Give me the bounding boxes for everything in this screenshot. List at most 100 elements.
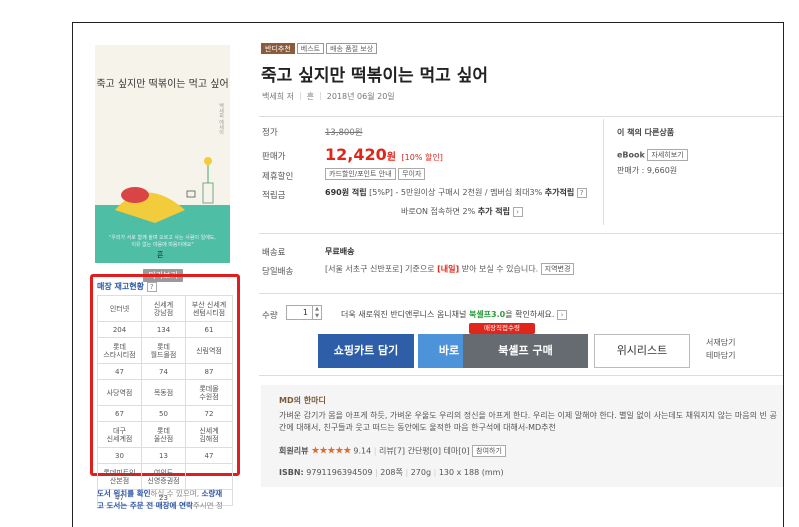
stock-title: 매장 재고현황 ?: [97, 281, 233, 293]
bookshelf-buy-button[interactable]: 북셸프 구매: [463, 334, 588, 368]
cover-blurb-line-2: 이유 없는 마음에 마음이에요": [131, 242, 194, 248]
stock-store-name: [185, 463, 233, 490]
add-to-theme-link[interactable]: 테마담기: [706, 349, 735, 362]
stock-count: 13: [141, 447, 186, 464]
side-links: 서재담기 테마담기: [706, 336, 735, 362]
stock-store-name: 인터넷: [97, 295, 142, 322]
omnichannel-text-1: 더욱 새로워진 반디앤루니스 옴니채널: [341, 310, 467, 319]
partner-discount-label: 제휴할인: [262, 172, 294, 182]
star-rating-icon: ★★★★★: [311, 445, 352, 457]
stock-count: 87: [185, 363, 233, 380]
list-price-value: 13,800원: [325, 128, 363, 138]
add-to-library-link[interactable]: 서재담기: [706, 336, 735, 349]
meta-divider: |: [298, 91, 302, 100]
stock-note: 도서 위치를 확인하실 수 있으며, 소량재 고 도서는 주문 전 매장에 연락…: [97, 488, 247, 512]
badge-row: 반디추천 베스트 배송 품절 보상: [261, 43, 378, 54]
cover-blurb: "우리가 서로 함께 울며 오르고 사는 사람이 일에도, 이유 없는 마음에 …: [95, 235, 230, 249]
ebook-detail-button[interactable]: 자세히보기: [647, 149, 688, 161]
points-row: 690원 적립 [5%P] - 5만원이상 구매시 2천원 / 멤버십 최대3%…: [325, 187, 587, 198]
bandi-on-text: 바로ON 접속하면 2%: [401, 207, 476, 216]
weight: 270g: [410, 468, 432, 477]
cover-blurb-line-1: "우리가 서로 함께 울며 오르고 사는 사람이 일에도,: [108, 235, 217, 241]
region-change-button[interactable]: 지역변경: [540, 263, 575, 275]
divider: [259, 233, 783, 234]
shipping-label: 배송료: [262, 248, 286, 258]
points-desc: - 5만원이상 구매시 2천원 / 멤버십 최대3%: [395, 188, 543, 197]
md-comment-box: MD의 한마디 가벼운 감기가 몸을 아프게 하듯, 가벼운 우울도 우리의 정…: [261, 385, 783, 487]
isbn-value: 9791196394509: [306, 468, 373, 477]
stock-count: 30: [97, 447, 142, 464]
stock-count: 47: [185, 447, 233, 464]
ebook-row: eBook 자세히보기: [617, 149, 688, 161]
stock-store-name: 롯데몰 수원점: [185, 379, 233, 406]
list-price-label: 정가: [262, 128, 278, 138]
quantity-arrows[interactable]: ▲ ▼: [312, 306, 321, 319]
stock-note-bold-1: 소량재: [201, 489, 223, 498]
stock-count-row: 67 50 72: [97, 405, 233, 422]
sale-price-value: 12,420: [325, 145, 387, 164]
stock-store-name: 롯데 월드몰점: [141, 337, 186, 364]
sameday-day: [내일]: [437, 264, 460, 274]
participate-button[interactable]: 참여하기: [472, 445, 506, 457]
sale-price: 12,420원 [10% 할인]: [325, 145, 443, 164]
meta-divider: |: [433, 468, 437, 477]
store-stock-panel: 매장 재고현황 ? 인터넷 신세계 강남점 부산 신세계 센텀시티점 204 134 61 롯데…: [90, 274, 240, 506]
rating-label: 회원리뷰: [279, 446, 309, 456]
sameday-text-1: [서울 서초구 신반포로] 기준으로: [325, 264, 435, 274]
bookshelf-link[interactable]: 북셸프3.0: [469, 310, 505, 319]
stock-count-row: 204 134 61: [97, 321, 233, 338]
quantity-value[interactable]: 1: [287, 306, 312, 319]
quantity-stepper[interactable]: 1 ▲ ▼: [286, 305, 322, 320]
store-pickup-tag: 매장직접수령: [469, 323, 535, 334]
stock-note-link[interactable]: 도서 위치를 확인: [97, 489, 151, 498]
stock-note-text-1: 하실 수 있으며,: [150, 489, 202, 498]
discount-rate: [10% 할인]: [401, 153, 443, 162]
add-to-cart-button[interactable]: 쇼핑카트 담기: [318, 334, 414, 368]
meta-divider: |: [373, 446, 377, 456]
rating-row: 회원리뷰 ★★★★★ 9.14 | 리뷰[7] 간단평[0] 테마[0] 참여하…: [279, 445, 506, 457]
wishlist-button[interactable]: 위시리스트: [594, 334, 690, 368]
points-extra: 추가적립: [544, 188, 575, 197]
points-value: 690원 적립: [325, 188, 367, 197]
stock-count: 74: [141, 363, 186, 380]
page-frame: 죽고 싶지만 떡볶이는 먹고 싶어 백세희 에세이 "우리가 서로 함께 울며 …: [72, 22, 784, 527]
book-cover-image[interactable]: 죽고 싶지만 떡볶이는 먹고 싶어 백세희 에세이 "우리가 서로 함께 울며 …: [95, 45, 230, 263]
stock-note-text-2: 주시면 정: [192, 501, 223, 510]
isbn-label: ISBN:: [279, 468, 304, 477]
vertical-divider: [603, 119, 604, 225]
stock-count: 61: [185, 321, 233, 338]
sameday-label: 당일배송: [262, 267, 294, 277]
stock-count: 50: [141, 405, 186, 422]
stock-count-row: 47 74 87: [97, 363, 233, 380]
publisher-link[interactable]: 흔: [307, 91, 314, 102]
shipping-value: 무료배송: [325, 246, 354, 257]
badge-recommend: 반디추천: [261, 43, 295, 54]
stock-store-name: 여의도 신영증권점: [141, 463, 186, 490]
divider: [259, 375, 783, 376]
stock-count-row: 30 13 47: [97, 447, 233, 464]
meta-divider: |: [319, 91, 322, 100]
chevron-right-icon[interactable]: ›: [557, 309, 567, 320]
stock-store-name: 롯데 울산점: [141, 421, 186, 448]
chevron-right-icon[interactable]: ›: [512, 206, 523, 217]
installment-button[interactable]: 무이자: [398, 168, 426, 180]
ebook-price-value: 9,660원: [646, 166, 678, 175]
ebook-label: eBook: [617, 150, 645, 160]
help-icon[interactable]: ?: [576, 187, 587, 198]
ebook-price-label: 판매가 :: [617, 166, 645, 175]
stock-store-name: 부산 신세계 센텀시티점: [185, 295, 233, 322]
card-discount-button[interactable]: 카드할인/포인트 안내: [325, 168, 396, 180]
sameday-text-2: 받아 보실 수 있습니다.: [461, 264, 539, 274]
rating-score: 9.14: [353, 446, 372, 456]
book-meta: 백세희 저 | 흔 | 2018년 06월 20일: [262, 91, 395, 102]
stock-store-row: 롯데피트인 산본점 여의도 신영증권점: [97, 463, 233, 490]
help-icon[interactable]: ?: [146, 281, 157, 292]
page-count: 208쪽: [380, 468, 403, 477]
stock-store-name: 대구 신세계점: [97, 421, 142, 448]
stock-store-name: 신림역점: [185, 337, 233, 364]
divider: [259, 293, 783, 294]
author-link[interactable]: 백세희 저: [262, 91, 294, 102]
stock-store-name: 신세계 강남점: [141, 295, 186, 322]
review-counts[interactable]: 리뷰[7] 간단평[0] 테마[0]: [379, 447, 470, 456]
badge-delivery: 배송 품절 보상: [326, 43, 378, 54]
